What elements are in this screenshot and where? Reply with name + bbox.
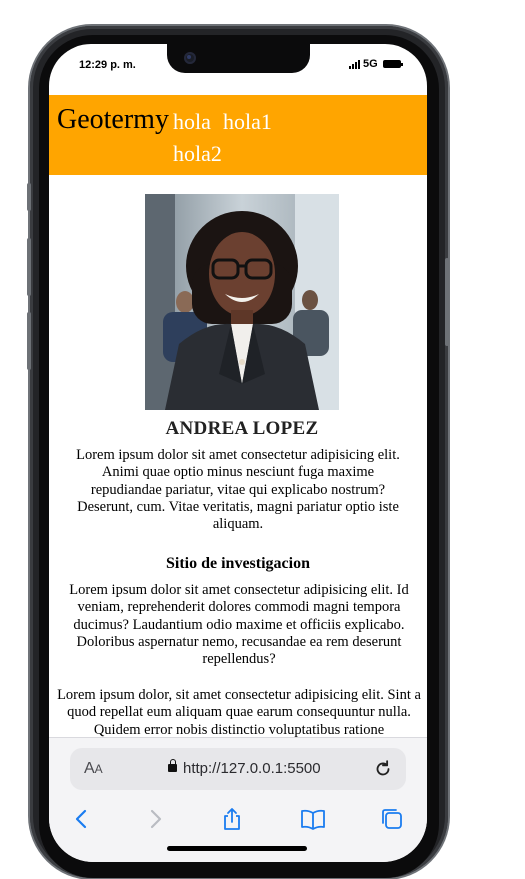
- status-time: 12:29 p. m.: [79, 59, 136, 71]
- silent-switch: [27, 183, 31, 211]
- back-icon[interactable]: [69, 806, 95, 832]
- profile-name: ANDREA LOPEZ: [165, 418, 319, 439]
- browser-toolbar: AA http://127.0.0.1:5500: [49, 737, 427, 862]
- section-title: Sitio de investigacion: [165, 555, 310, 572]
- profile-bio: Lorem ipsum dolor sit amet consectetur a…: [76, 447, 400, 533]
- site-header: Geotermy hola hola1 hola2: [49, 95, 427, 175]
- section-paragraph-1: Lorem ipsum dolor sit amet consectetur a…: [69, 582, 409, 668]
- url-text[interactable]: http://127.0.0.1:5500: [183, 760, 321, 777]
- home-indicator: [167, 846, 307, 851]
- site-brand[interactable]: Geotermy: [57, 103, 169, 137]
- power-button: [445, 258, 449, 346]
- tabs-icon[interactable]: [379, 806, 405, 832]
- bookmarks-icon[interactable]: [300, 806, 326, 832]
- forward-icon[interactable]: [142, 806, 168, 832]
- reload-icon[interactable]: [372, 758, 394, 780]
- signal-icon: [349, 59, 360, 69]
- volume-up-button: [27, 238, 31, 296]
- lock-icon: [168, 759, 177, 772]
- network-label: 5G: [363, 58, 378, 70]
- camera-icon: [184, 52, 196, 64]
- nav-link-hola[interactable]: hola: [173, 109, 211, 135]
- phone-screen: 12:29 p. m. 5G Geotermy hola hola1 hola2: [49, 44, 427, 862]
- nav-link-hola1[interactable]: hola1: [223, 109, 272, 135]
- section-paragraph-2: Lorem ipsum dolor, sit amet consectetur …: [57, 687, 421, 737]
- text-size-large: A: [84, 760, 95, 777]
- share-icon[interactable]: [219, 806, 245, 832]
- profile-photo: [145, 194, 339, 410]
- nav-link-hola2[interactable]: hola2: [173, 141, 222, 167]
- battery-icon: [382, 60, 403, 68]
- address-bar[interactable]: AA http://127.0.0.1:5500: [70, 748, 406, 790]
- status-indicators: 5G: [349, 58, 403, 70]
- volume-down-button: [27, 312, 31, 370]
- text-size-small: A: [94, 762, 103, 776]
- text-size-button[interactable]: AA: [84, 760, 103, 778]
